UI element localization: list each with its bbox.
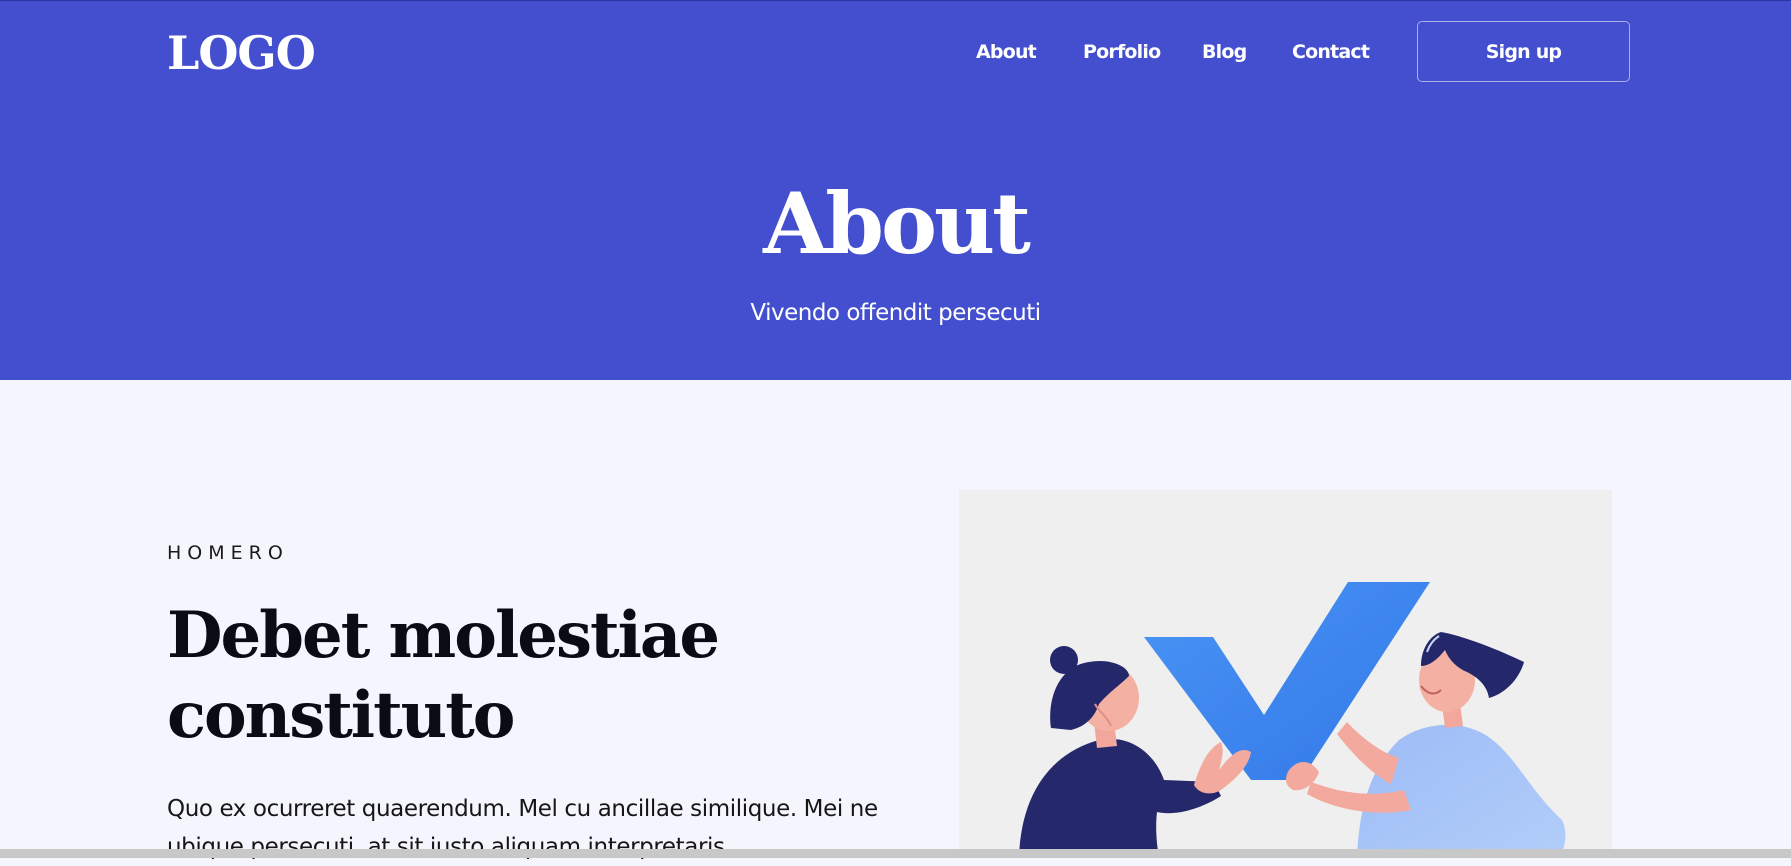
section-title: Debet molestiae constituto: [167, 598, 720, 753]
section-eyebrow: HOMERO: [167, 542, 289, 564]
hero-banner: LOGO About Porfolio Blog Contact Sign up…: [0, 0, 1791, 380]
nav-link-contact[interactable]: Contact: [1292, 35, 1370, 69]
signup-button[interactable]: Sign up: [1417, 21, 1630, 82]
checkmark-collaboration-illustration-icon: [1019, 582, 1566, 858]
horizontal-scrollbar[interactable]: [0, 849, 1791, 858]
check-mark-shape: [1144, 582, 1430, 780]
illustration-card: [959, 490, 1612, 858]
logo[interactable]: LOGO: [167, 25, 316, 81]
nav-link-porfolio[interactable]: Porfolio: [1083, 35, 1161, 69]
nav-link-about[interactable]: About: [976, 35, 1037, 69]
page-subtitle: Vivendo offendit persecuti: [750, 300, 1041, 326]
page-title: About: [763, 174, 1031, 273]
nav-link-blog[interactable]: Blog: [1202, 35, 1247, 69]
